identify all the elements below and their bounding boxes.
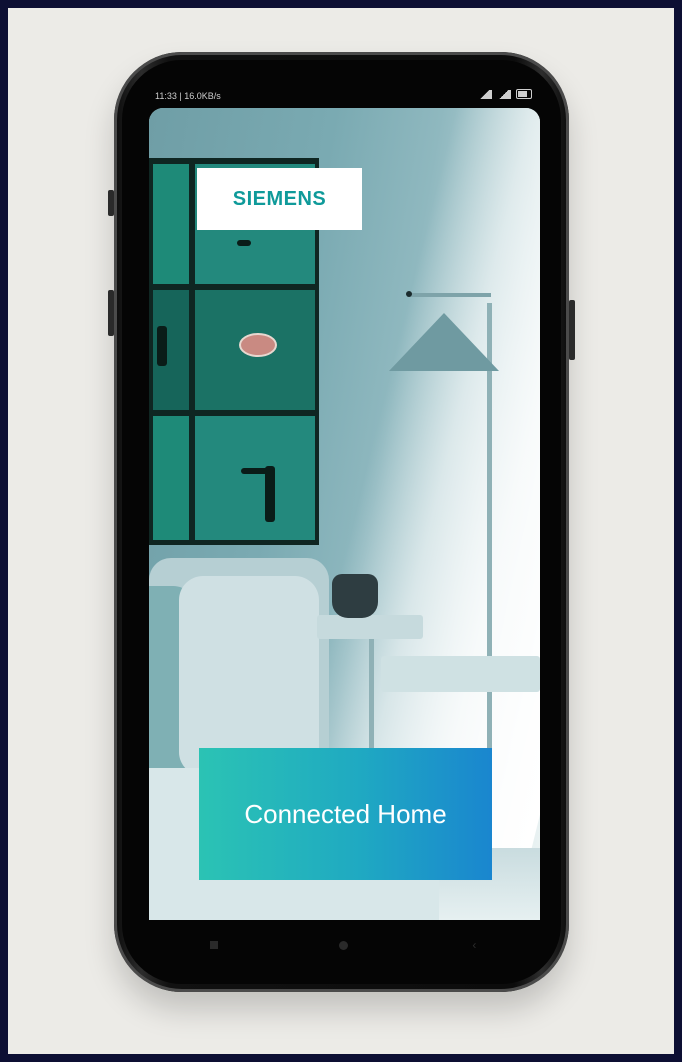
side-table (381, 656, 540, 692)
lamp-pivot (406, 291, 412, 297)
status-bar: 11:33 | 16.0KB/s (149, 84, 540, 108)
recents-icon[interactable] (209, 941, 218, 949)
battery-icon (516, 89, 532, 99)
art-tile (153, 416, 189, 540)
logo-text: SIEMENS (232, 187, 327, 210)
status-time: 11:33 | 16.0KB/s (155, 91, 221, 101)
coffee-table (317, 615, 423, 639)
door-handle (237, 240, 251, 246)
phone-power-button (569, 300, 575, 360)
app-screen: SIEMENS Connected Home (149, 108, 540, 920)
android-nav-bar: ‹ (149, 920, 540, 970)
lamp-arm (411, 293, 491, 297)
back-icon[interactable]: ‹ (469, 939, 479, 951)
door-knocker (157, 326, 167, 366)
status-icons (478, 89, 532, 99)
sofa-cushion (179, 576, 319, 776)
door-lever (241, 468, 271, 474)
wifi-icon (497, 89, 511, 99)
home-icon[interactable] (338, 940, 348, 950)
signal-icon (478, 89, 492, 99)
phone-side-button (108, 190, 114, 216)
banner-label: Connected Home (244, 798, 447, 829)
phone-volume-button (108, 290, 114, 336)
door-plaque (239, 333, 277, 357)
lamp-shade (389, 313, 499, 371)
art-tile (195, 416, 315, 540)
siemens-logo: SIEMENS (197, 168, 362, 230)
art-tile (153, 164, 189, 284)
connected-home-banner[interactable]: Connected Home (199, 748, 492, 880)
vase (332, 574, 378, 618)
door-handle (265, 466, 275, 522)
